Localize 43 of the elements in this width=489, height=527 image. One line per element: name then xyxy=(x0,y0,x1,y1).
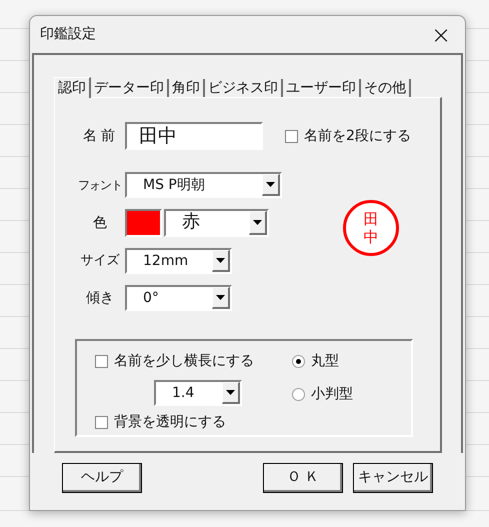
checkbox-label: 名前を2段にする xyxy=(304,126,411,146)
field-label: フォント xyxy=(77,177,123,194)
field-label: サイズ xyxy=(80,252,120,270)
tab[interactable]: 角印 xyxy=(169,79,205,98)
field-label: 名 前 xyxy=(82,126,116,146)
help-button[interactable]: ヘルプ xyxy=(62,462,142,493)
window-title: 印鑑設定 xyxy=(40,25,96,44)
color-dropdown[interactable]: 赤 xyxy=(164,209,269,238)
tilt-dropdown[interactable]: 0° xyxy=(125,285,232,312)
checkbox[interactable] xyxy=(285,130,298,143)
radio-label: 小判型 xyxy=(311,385,353,404)
close-button[interactable]: × xyxy=(429,22,453,47)
dropdown-button[interactable] xyxy=(212,250,230,272)
radio-label: 丸型 xyxy=(311,352,339,372)
radio-button[interactable] xyxy=(292,388,305,402)
font-dropdown[interactable]: MS P明朝 xyxy=(125,172,282,198)
checkbox[interactable] xyxy=(95,355,108,368)
checkbox-label: 背景を透明にする xyxy=(114,413,226,432)
tab[interactable]: ユーザー印 xyxy=(283,79,361,98)
seal-character: 田 xyxy=(364,210,378,228)
color-swatch[interactable] xyxy=(125,209,162,238)
tab[interactable]: 認印 xyxy=(54,77,91,98)
checkbox[interactable] xyxy=(95,416,108,430)
field-label: 色 xyxy=(92,214,108,233)
seal-character: 中 xyxy=(364,228,378,246)
ratio-dropdown[interactable]: 1.4 xyxy=(154,380,242,406)
tab[interactable]: データー印 xyxy=(91,79,169,98)
tab[interactable]: その他 xyxy=(361,79,411,98)
dropdown-button[interactable] xyxy=(222,382,240,404)
field-label: 傾き xyxy=(85,288,115,308)
tab[interactable]: ビジネス印 xyxy=(205,79,283,98)
dropdown-button[interactable] xyxy=(212,287,230,310)
size-dropdown[interactable]: 12mm xyxy=(125,248,232,274)
caret-icon xyxy=(216,295,225,300)
caret-icon xyxy=(216,258,225,264)
radio-button[interactable] xyxy=(292,355,305,368)
caret-icon xyxy=(226,390,235,396)
checkbox-label: 名前を少し横長にする xyxy=(114,352,254,372)
cancel-button[interactable]: キャンセル xyxy=(353,462,433,493)
name-field[interactable]: 田中 xyxy=(125,122,263,150)
ok-button[interactable]: Ｏ Ｋ xyxy=(263,462,343,493)
dropdown-button[interactable] xyxy=(262,174,280,196)
dropdown-button[interactable] xyxy=(249,211,267,236)
